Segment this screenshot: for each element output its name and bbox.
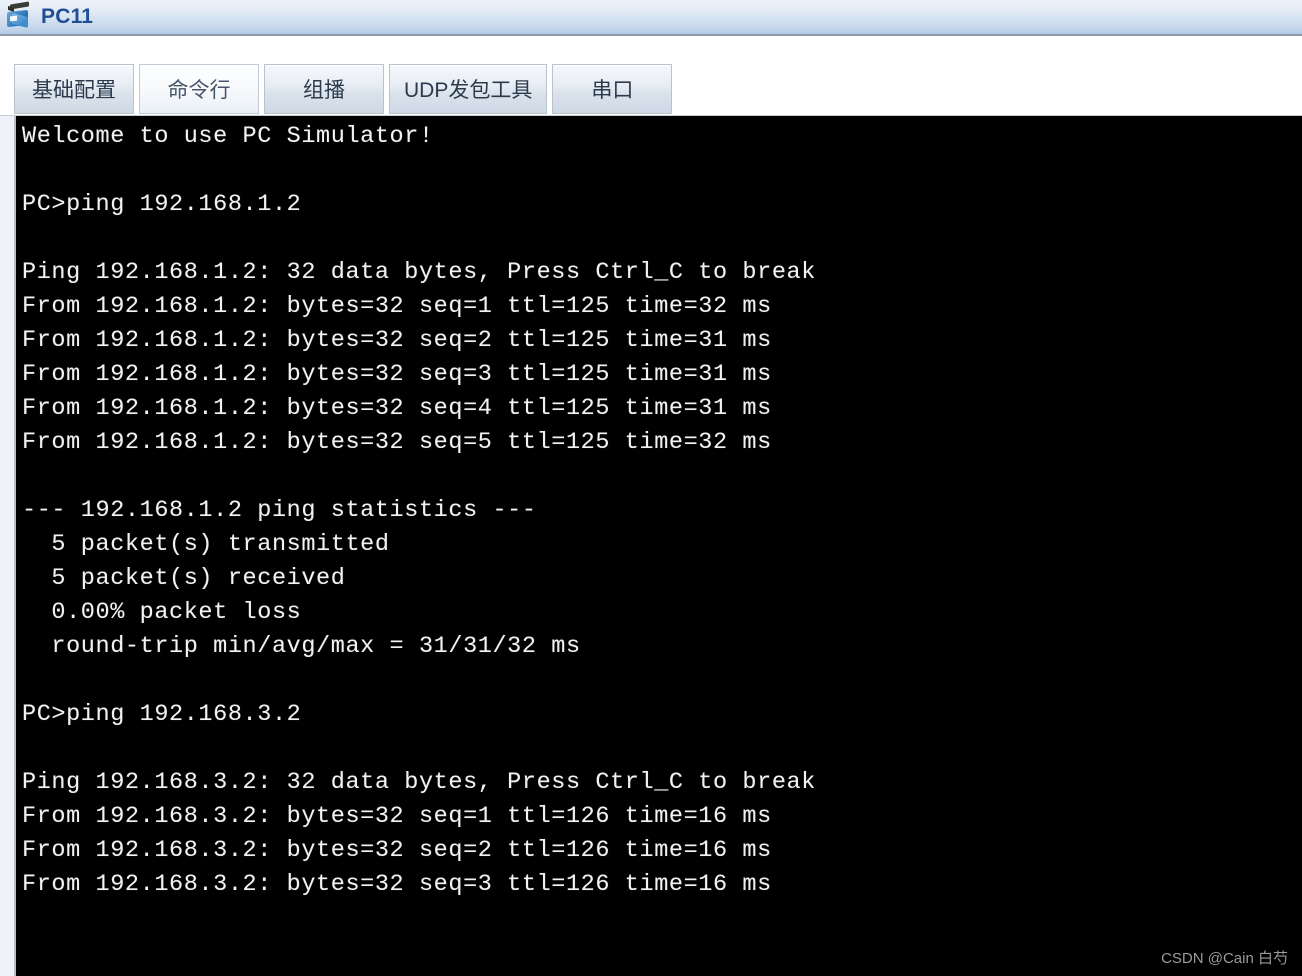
pc-device-icon [5,1,35,32]
terminal-panel: Welcome to use PC Simulator! PC>ping 192… [0,115,1302,976]
window-title: PC11 [41,5,94,28]
watermark-label: CSDN @Cain 白芍 [1161,950,1288,967]
tab-label: 命令行 [167,79,231,102]
tab-basic-config[interactable]: 基础配置 [14,64,134,114]
tab-label: 组播 [303,79,345,102]
terminal-output: Welcome to use PC Simulator! PC>ping 192… [22,123,816,898]
tab-command-line[interactable]: 命令行 [139,64,259,114]
tab-multicast[interactable]: 组播 [264,64,384,114]
tab-strip: 基础配置 命令行 组播 UDP发包工具 串口 [0,38,1302,115]
window-titlebar: PC11 [0,0,1302,36]
tab-label: 基础配置 [32,79,116,102]
tab-serial-port[interactable]: 串口 [552,64,673,114]
terminal-console[interactable]: Welcome to use PC Simulator! PC>ping 192… [14,116,1302,976]
tab-label: UDP发包工具 [404,79,533,102]
tab-label: 串口 [591,79,634,102]
pc-simulator-window: PC11 基础配置 命令行 组播 UDP发包工具 串口 Welcome to u… [0,0,1302,976]
tab-udp-tool[interactable]: UDP发包工具 [389,64,548,114]
